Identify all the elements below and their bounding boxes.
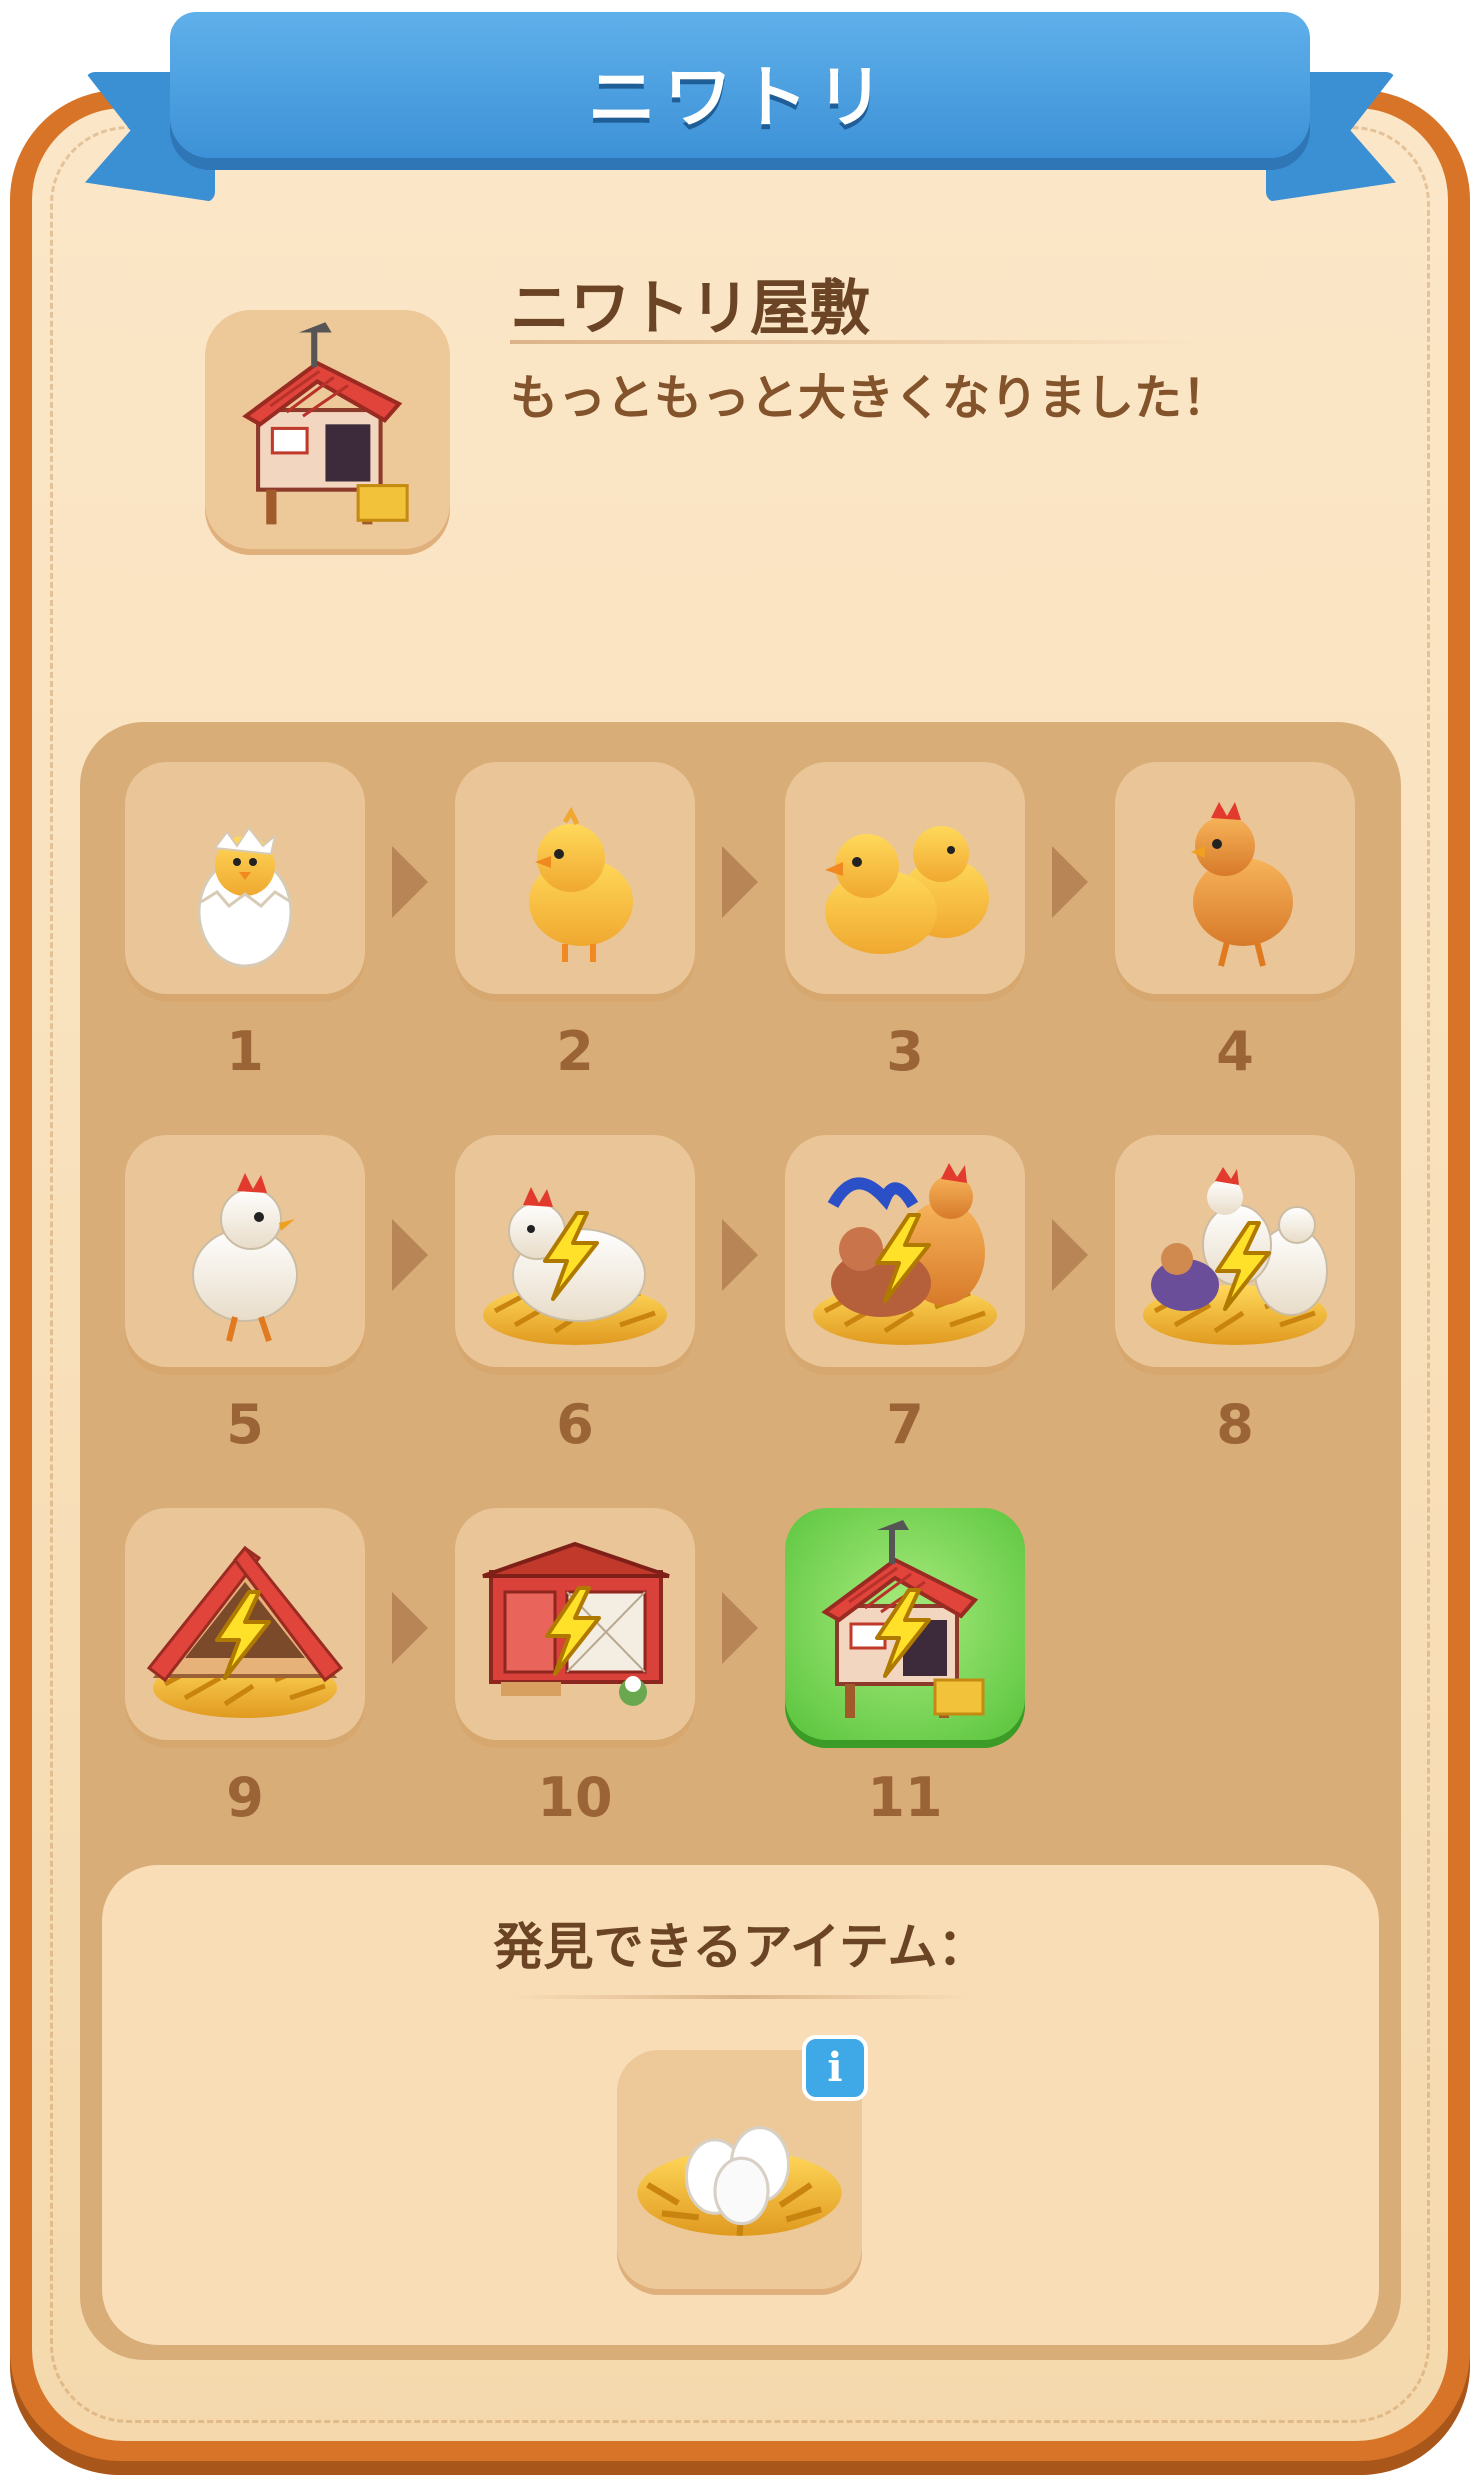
chick-icon <box>529 806 633 962</box>
chain-arrow <box>718 1215 762 1295</box>
item-preview-tile <box>205 310 450 555</box>
two-chicks-icon <box>825 826 989 954</box>
title-ribbon: ニワトリ <box>170 12 1310 170</box>
chain-arrow <box>388 842 432 922</box>
level-number: 2 <box>556 1020 594 1083</box>
dialog-title: ニワトリ <box>587 58 892 138</box>
info-button[interactable]: i <box>802 2035 868 2101</box>
level-number: 8 <box>1216 1393 1254 1456</box>
chain-tile <box>125 762 365 1002</box>
chain-tile <box>125 1135 365 1375</box>
level-number: 5 <box>226 1393 264 1456</box>
chain-slot-8[interactable]: 8 <box>1115 1135 1355 1456</box>
chain-arrow <box>1048 842 1092 922</box>
chain-arrow <box>718 842 762 922</box>
chain-slot-11-current[interactable]: 11 <box>785 1508 1025 1829</box>
chain-tile <box>455 762 695 1002</box>
chain-slot-10[interactable]: 10 <box>455 1508 695 1829</box>
chain-slot-5[interactable]: 5 <box>125 1135 365 1456</box>
chain-tile <box>1115 762 1355 1002</box>
chain-tile <box>125 1508 365 1748</box>
chain-slot-3[interactable]: 3 <box>785 762 1025 1083</box>
chain-arrow <box>1048 1215 1092 1295</box>
hen-and-rooster-energy-icon <box>785 1163 1025 1375</box>
chain-tile <box>785 762 1025 1002</box>
item-description: もっともっと大きくなりました！ <box>510 370 1231 426</box>
straw-shelter-energy-icon <box>146 1545 344 1748</box>
discoverable-items-title: 発見できるアイテム： <box>493 1918 988 1976</box>
item-name: ニワトリ屋敷 <box>510 274 870 344</box>
red-coop-energy-icon <box>482 1541 670 1706</box>
level-number: 3 <box>886 1020 924 1083</box>
young-hen-icon <box>1191 802 1293 967</box>
divider <box>510 340 1210 344</box>
chain-tile <box>455 1508 695 1748</box>
chain-tile <box>1115 1135 1355 1375</box>
chain-arrow <box>388 1588 432 1668</box>
divider <box>510 1995 970 1999</box>
chain-tile-current <box>785 1508 1025 1748</box>
level-number: 9 <box>226 1766 264 1829</box>
level-number: 1 <box>226 1020 264 1083</box>
level-number: 10 <box>537 1766 613 1829</box>
chain-slot-1[interactable]: 1 <box>125 762 365 1083</box>
chain-slot-7[interactable]: 7 <box>785 1135 1025 1456</box>
level-number: 6 <box>556 1393 594 1456</box>
chain-arrow <box>718 1588 762 1668</box>
chain-slot-4[interactable]: 4 <box>1115 762 1355 1083</box>
chicken-mansion-icon <box>205 310 450 555</box>
egg-chick-icon <box>197 826 293 968</box>
chicken-mansion-energy-icon <box>823 1518 985 1720</box>
level-number: 11 <box>867 1766 943 1829</box>
level-number: 4 <box>1216 1020 1254 1083</box>
chain-slot-6[interactable]: 6 <box>455 1135 695 1456</box>
chain-slot-2[interactable]: 2 <box>455 762 695 1083</box>
chain-arrow <box>388 1215 432 1295</box>
white-hen-icon <box>192 1173 298 1342</box>
chain-tile <box>785 1135 1025 1375</box>
chain-slot-9[interactable]: 9 <box>125 1508 365 1829</box>
level-number: 7 <box>886 1393 924 1456</box>
nesting-hen-energy-icon <box>455 1187 695 1375</box>
chicken-family-energy-icon <box>1115 1167 1355 1375</box>
discoverable-items-panel: 発見できるアイテム： i <box>102 1865 1379 2345</box>
chain-tile <box>455 1135 695 1375</box>
